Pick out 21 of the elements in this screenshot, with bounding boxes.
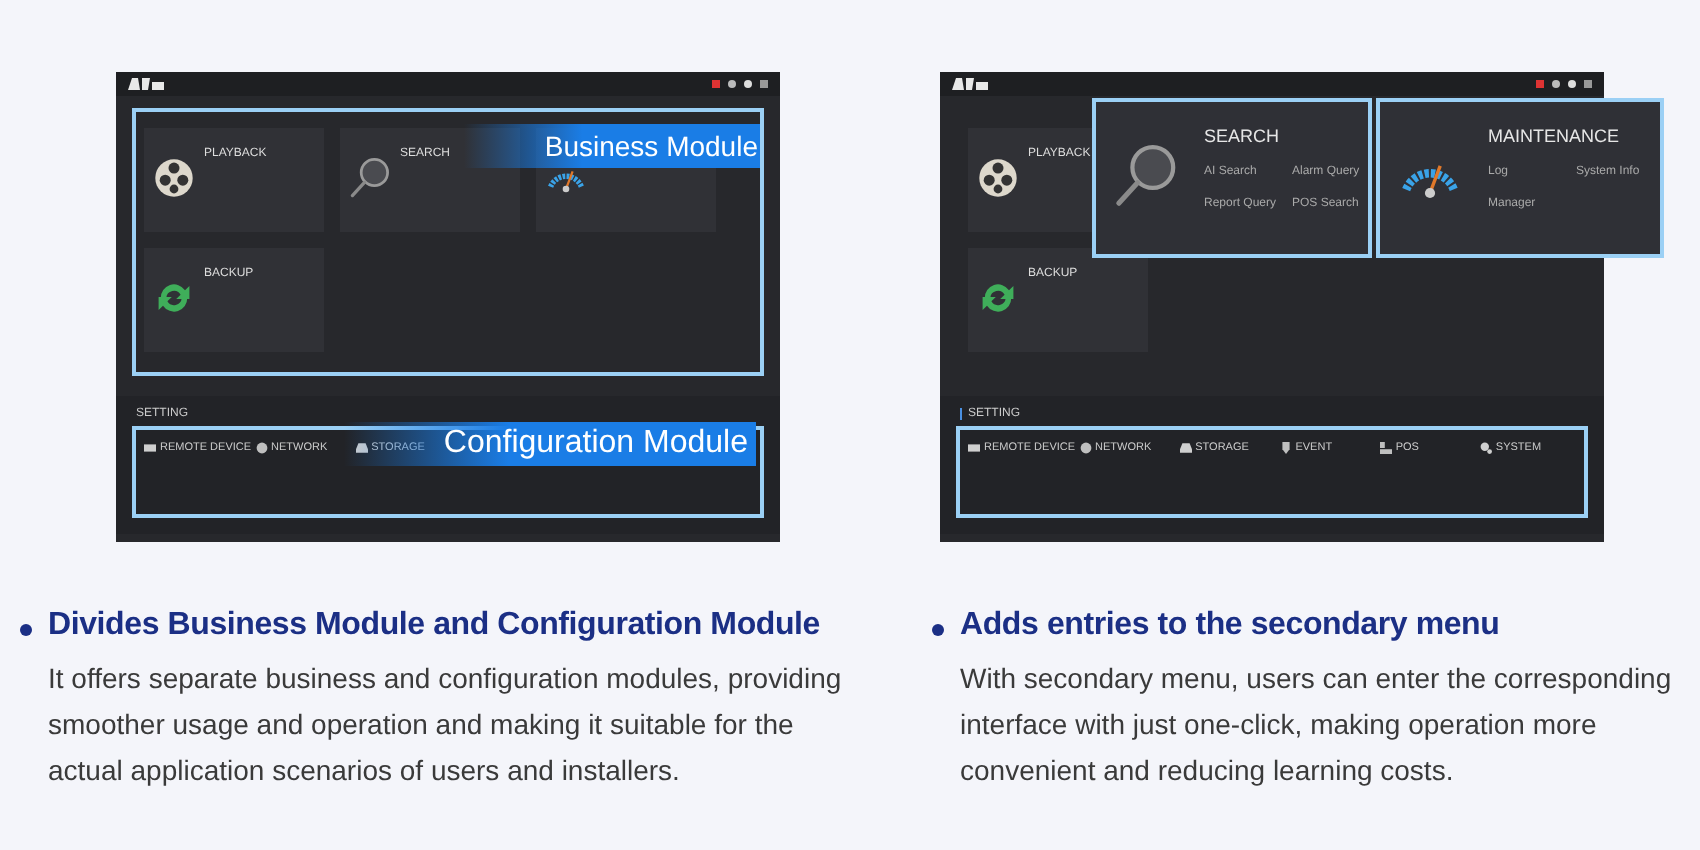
feature-description: It offers separate business and configuration modules, providing smoother usage and operation and making it suitable for the actual application scenarios of users and installers. — [48, 660, 844, 790]
logo-icon — [952, 78, 988, 90]
feature-heading: Adds entries to the secondary menu — [960, 608, 1502, 644]
film-reel-icon — [976, 156, 1020, 200]
film-reel-icon — [152, 156, 196, 200]
storage-icon — [355, 442, 368, 454]
monitor-icon — [144, 442, 156, 454]
bullet-icon — [932, 624, 944, 636]
search-icon — [348, 156, 392, 200]
bullet-icon — [20, 624, 32, 636]
search-icon — [1112, 142, 1180, 210]
shield-icon — [1279, 442, 1292, 454]
module-label-tooltip: Business Module — [464, 124, 760, 168]
feature-description: With secondary menu, users can enter the corresponding interface with just one-click, making operation more convenient and reducing learning costs. — [960, 660, 1674, 790]
logo-icon — [128, 78, 164, 90]
popup-title: SEARCH — [1204, 126, 1282, 146]
register-icon — [1379, 442, 1392, 454]
monitor-icon — [968, 442, 980, 454]
storage-icon — [1179, 442, 1192, 454]
popup-title: MAINTENANCE — [1488, 126, 1622, 146]
feature-heading: Divides Business Module and Configuration Module — [48, 608, 822, 644]
